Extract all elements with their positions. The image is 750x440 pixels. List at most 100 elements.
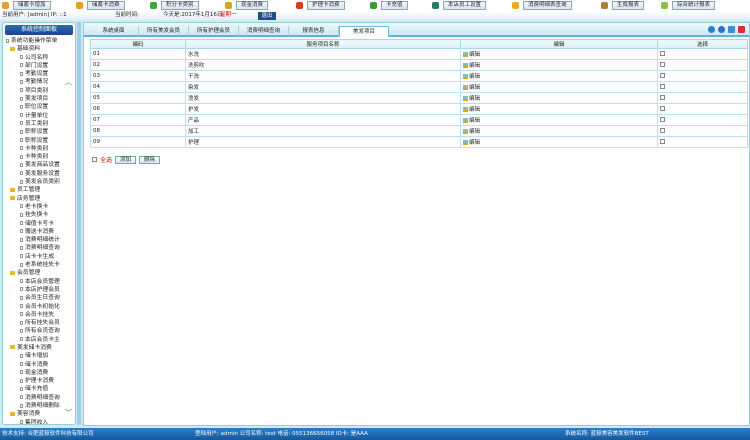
row-checkbox[interactable] [660,128,665,133]
page-icon [20,104,23,109]
menu-item[interactable]: 储值卡写卡 [6,220,75,228]
menu-item[interactable]: 职称设置 [6,128,75,136]
menu-item[interactable]: 本店护理会员 [6,286,75,294]
menu-item[interactable]: 公司名称 [6,54,75,62]
menu-item[interactable]: 本店会员卡主 [6,336,75,344]
tab-item[interactable]: 系统桌面 [89,26,139,36]
add-button[interactable]: 添加 [115,155,137,164]
menu-item[interactable]: 美发服务设置 [6,170,75,178]
menu-group[interactable]: 会员管理 [6,269,75,277]
menu-item[interactable]: 现金消费 [6,369,75,377]
menu-item-label: 消费明细查询 [25,245,60,252]
menu-item[interactable]: 职位设置 [6,103,75,111]
logout-button[interactable]: 退出 [258,12,276,20]
menu-item[interactable]: 储卡消费 [6,361,75,369]
menu-item[interactable]: 赠送卡消费 [6,228,75,236]
menu-group-label: 美容消费 [17,411,41,418]
menu-item[interactable]: 卡种类别 [6,153,75,161]
menu-root[interactable]: 系统功能操作菜单 [6,37,75,45]
toolbar-button[interactable]: 现金消费 [236,1,269,10]
toolbar-button[interactable]: 护理卡消费 [307,1,345,10]
toolbar-button[interactable]: 储蓄卡消费 [87,1,125,10]
tab-item[interactable]: 报表信息 [289,26,339,36]
cell-name: 洗剪吹 [185,59,461,71]
select-all-checkbox[interactable] [92,157,97,162]
edit-link[interactable]: 编辑 [463,107,480,113]
toolbar-button[interactable]: 消费明细表查询 [523,1,572,10]
menu-item[interactable]: 消费明细查询 [6,394,75,402]
menu-group[interactable]: 店务管理 [6,195,75,203]
menu-group[interactable]: 员工管理 [6,186,75,194]
menu-item[interactable]: 储卡增加 [6,352,75,360]
user-icon [296,2,303,9]
tab-item[interactable]: 所有美发会员 [139,26,189,36]
menu-item[interactable]: 所有挂失会员 [6,319,75,327]
menu-item[interactable]: 店卡卡生成 [6,253,75,261]
row-checkbox[interactable] [660,62,665,67]
toolbar-button[interactable]: 综合统计报表 [672,1,716,10]
cell-edit: 编辑 [460,59,658,71]
menu-item[interactable]: 本店会员管理 [6,278,75,286]
menu-group[interactable]: 基础资料 [6,45,75,53]
menu-item[interactable]: 护理卡消费 [6,377,75,385]
menu-item[interactable]: 计量单位 [6,112,75,120]
menu-item[interactable]: 会员卡挂失 [6,311,75,319]
toolbar-button[interactable]: 积分卡类别 [161,1,199,10]
select-all-label[interactable]: 全选 [100,155,112,164]
menu-item[interactable]: 老系统挂失卡 [6,261,75,269]
menu-item[interactable]: 卡种类别 [6,145,75,153]
minimize-icon[interactable] [728,26,735,33]
page-icon [20,88,23,93]
menu-item[interactable]: 职称设置 [6,137,75,145]
cell-name: 护理 [185,136,461,148]
toolbar-button[interactable]: 生成报表 [612,1,645,10]
scroll-up-icon[interactable]: ︿ [65,77,72,87]
close-icon[interactable] [738,26,745,33]
menu-item[interactable]: 员工类别 [6,120,75,128]
cell-select [657,81,748,93]
menu-item[interactable]: 储卡充值 [6,385,75,393]
tab-item[interactable]: 所有护理会员 [189,26,239,36]
delete-button[interactable]: 删除 [139,155,161,164]
menu-group[interactable]: 美发储卡消费 [6,344,75,352]
edit-link[interactable]: 编辑 [463,140,480,146]
edit-link[interactable]: 编辑 [463,129,480,135]
menu-item[interactable]: 部门设置 [6,62,75,70]
menu-item[interactable]: 所有会员查询 [6,327,75,335]
refresh-icon[interactable] [708,26,715,33]
menu-item[interactable]: 老卡换卡 [6,203,75,211]
toolbar-button[interactable]: 卡充值 [381,1,408,10]
row-checkbox[interactable] [660,51,665,56]
tab-item[interactable]: 美发项目 [339,26,389,37]
card-icon [370,2,377,9]
menu-item[interactable]: 会员卡初始化 [6,303,75,311]
menu-item[interactable]: 消费明细统计 [6,236,75,244]
menu-item[interactable]: 项目类别 [6,87,75,95]
menu-item[interactable]: 消费明细查询 [6,244,75,252]
row-checkbox[interactable] [660,117,665,122]
menu-item[interactable]: 美发项目 [6,95,75,103]
page-icon [20,403,23,408]
menu-item[interactable]: 美发商品设置 [6,161,75,169]
toolbar-button[interactable]: 储蓄卡增加 [13,1,51,10]
menu-item[interactable]: 美发会员类别 [6,178,75,186]
row-checkbox[interactable] [660,73,665,78]
edit-link[interactable]: 编辑 [463,118,480,124]
row-checkbox[interactable] [660,84,665,89]
toolbar-button[interactable]: 本店员工设置 [443,1,487,10]
menu-item[interactable]: 会员生日查询 [6,294,75,302]
edit-link[interactable]: 编辑 [463,63,480,69]
row-checkbox[interactable] [660,106,665,111]
sidebar-splitter[interactable] [77,22,81,425]
scroll-down-icon[interactable]: ﹀ [65,408,72,418]
edit-link[interactable]: 编辑 [463,96,480,102]
edit-link[interactable]: 编辑 [463,85,480,91]
edit-link[interactable]: 编辑 [463,74,480,80]
tab-item[interactable]: 消费明细查询 [239,26,289,36]
help-icon[interactable] [718,26,725,33]
menu-item[interactable]: 集团收入 [6,419,75,424]
menu-item[interactable]: 挂失换卡 [6,211,75,219]
edit-link[interactable]: 编辑 [463,52,480,58]
row-checkbox[interactable] [660,139,665,144]
row-checkbox[interactable] [660,95,665,100]
